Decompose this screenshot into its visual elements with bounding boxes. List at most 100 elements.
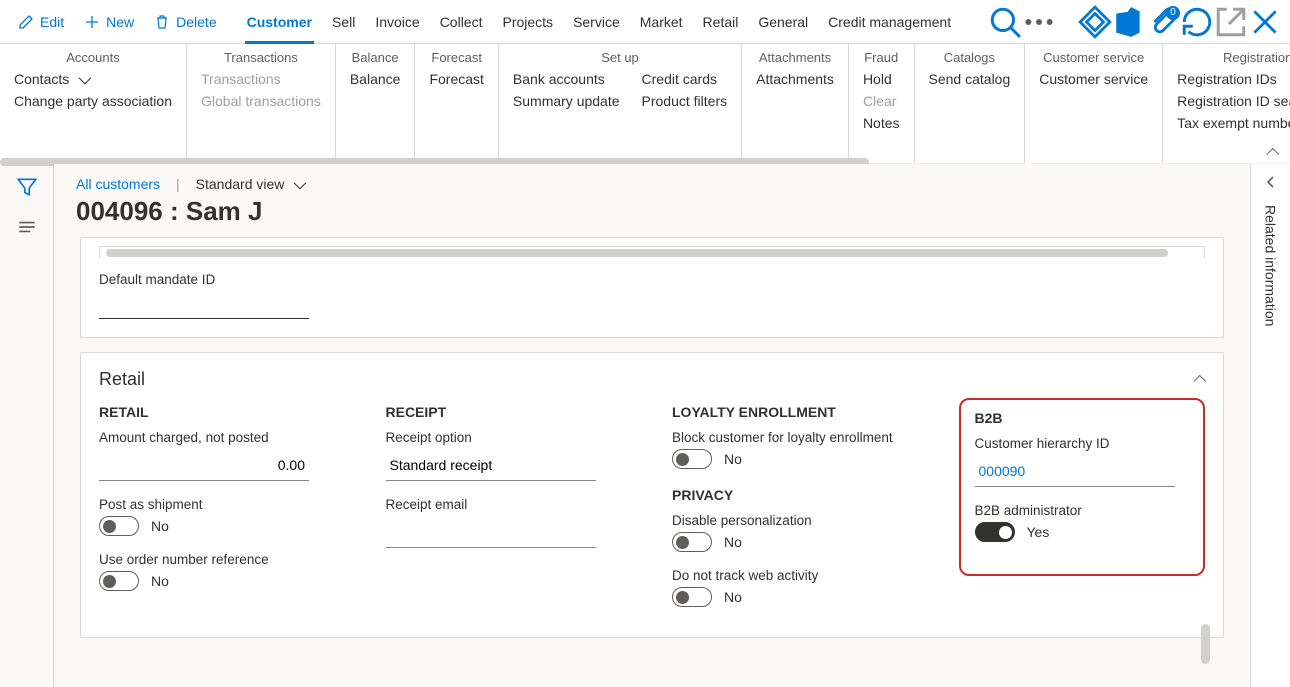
filter-button[interactable] bbox=[16, 176, 38, 198]
main-content: All customers | Standard view 004096 : S… bbox=[54, 164, 1250, 687]
receipt-column: RECEIPT Receipt option Receipt email bbox=[386, 404, 633, 623]
retail-column: RETAIL Amount charged, not posted Post a… bbox=[99, 404, 346, 623]
b2b-highlight: B2B Customer hierarchy ID B2B administra… bbox=[959, 398, 1206, 576]
ribbon-item-customer-service[interactable]: Customer service bbox=[1039, 71, 1148, 87]
ribbon-item-transactions: Transactions bbox=[201, 71, 321, 87]
ribbon-item-credit-cards[interactable]: Credit cards bbox=[642, 71, 728, 87]
tab-retail[interactable]: Retail bbox=[693, 0, 749, 44]
delete-button[interactable]: Delete bbox=[144, 4, 226, 40]
tab-credit-management[interactable]: Credit management bbox=[818, 0, 961, 44]
ribbon-item-change-party[interactable]: Change party association bbox=[14, 93, 172, 109]
tab-service[interactable]: Service bbox=[563, 0, 630, 44]
edit-button[interactable]: Edit bbox=[8, 4, 74, 40]
tab-sell[interactable]: Sell bbox=[322, 0, 365, 44]
ribbon-item-send-catalog[interactable]: Send catalog bbox=[929, 71, 1011, 87]
close-icon bbox=[1248, 5, 1282, 39]
form-area: Default mandate ID Retail RETAIL Amount … bbox=[54, 237, 1250, 678]
ribbon-item-contacts[interactable]: Contacts bbox=[14, 71, 172, 87]
receipt-option-input[interactable] bbox=[386, 449, 596, 481]
mandate-label: Default mandate ID bbox=[99, 272, 1205, 287]
related-info-label: Related information bbox=[1263, 205, 1279, 326]
vertical-scrollbar[interactable] bbox=[1201, 344, 1210, 664]
breadcrumb-link[interactable]: All customers bbox=[76, 176, 160, 192]
ribbon-group-fraud: Fraud Hold Clear Notes bbox=[849, 44, 915, 163]
b2b-column: B2B Customer hierarchy ID B2B administra… bbox=[959, 404, 1206, 623]
inner-horizontal-scrollbar[interactable] bbox=[99, 246, 1205, 258]
mandate-input[interactable] bbox=[99, 291, 309, 319]
plus-icon bbox=[84, 14, 100, 30]
popout-button[interactable] bbox=[1214, 4, 1248, 40]
retail-card: Retail RETAIL Amount charged, not posted… bbox=[80, 352, 1224, 638]
retail-header: Retail bbox=[99, 369, 145, 390]
expand-related-button[interactable] bbox=[1263, 174, 1279, 193]
chevron-down-icon bbox=[75, 71, 88, 87]
attachments-button[interactable]: 0 bbox=[1146, 4, 1180, 40]
disable-personalization-toggle[interactable] bbox=[672, 532, 712, 552]
command-bar: Edit New Delete Customer Sell Invoice Co… bbox=[0, 0, 1290, 44]
ribbon-item-product-filters[interactable]: Product filters bbox=[642, 93, 728, 109]
ribbon-group-setup: Set up Bank accounts Summary update Cred… bbox=[499, 44, 742, 163]
receipt-email-input[interactable] bbox=[386, 516, 596, 548]
diamond-icon bbox=[1078, 5, 1112, 39]
overflow-button[interactable] bbox=[1022, 4, 1056, 40]
office-icon bbox=[1112, 5, 1146, 39]
ribbon-item-global-transactions: Global transactions bbox=[201, 93, 321, 109]
tab-projects[interactable]: Projects bbox=[492, 0, 563, 44]
lines-button[interactable] bbox=[16, 216, 38, 238]
order-number-toggle[interactable] bbox=[99, 571, 139, 591]
ribbon-group-forecast: Forecast Forecast bbox=[415, 44, 498, 163]
new-label: New bbox=[106, 14, 134, 30]
ribbon-group-catalogs: Catalogs Send catalog bbox=[915, 44, 1026, 163]
office-button[interactable] bbox=[1112, 4, 1146, 40]
ribbon-item-bank-accounts[interactable]: Bank accounts bbox=[513, 71, 620, 87]
ribbon-group-accounts: Accounts Contacts Change party associati… bbox=[0, 44, 187, 163]
trash-icon bbox=[154, 14, 170, 30]
loyalty-privacy-column: LOYALTY ENROLLMENT Block customer for lo… bbox=[672, 404, 919, 623]
tab-market[interactable]: Market bbox=[630, 0, 693, 44]
ribbon-item-summary-update[interactable]: Summary update bbox=[513, 93, 620, 109]
tab-general[interactable]: General bbox=[748, 0, 818, 44]
amount-charged-input[interactable] bbox=[99, 449, 309, 481]
refresh-button[interactable] bbox=[1180, 4, 1214, 40]
breadcrumb: All customers | Standard view bbox=[54, 164, 1250, 194]
ribbon-item-balance[interactable]: Balance bbox=[350, 71, 401, 87]
left-rail bbox=[0, 164, 54, 687]
view-selector[interactable]: Standard view bbox=[196, 176, 304, 192]
ribbon-collapse-button[interactable] bbox=[1269, 145, 1278, 161]
ribbon-item-clear: Clear bbox=[863, 93, 900, 109]
ribbon-group-customer-service: Customer service Customer service bbox=[1025, 44, 1163, 163]
block-loyalty-toggle[interactable] bbox=[672, 449, 712, 469]
tab-collect[interactable]: Collect bbox=[430, 0, 493, 44]
b2b-admin-toggle[interactable] bbox=[975, 522, 1015, 542]
ribbon-item-attachments[interactable]: Attachments bbox=[756, 71, 834, 87]
badge-count: 0 bbox=[1166, 6, 1180, 20]
ribbon-group-attachments: Attachments Attachments bbox=[742, 44, 849, 163]
post-as-shipment-toggle[interactable] bbox=[99, 516, 139, 536]
page-body: All customers | Standard view 004096 : S… bbox=[0, 164, 1290, 687]
do-not-track-toggle[interactable] bbox=[672, 587, 712, 607]
ribbon-item-notes[interactable]: Notes bbox=[863, 115, 900, 131]
copilot-button[interactable] bbox=[1078, 4, 1112, 40]
search-button[interactable] bbox=[988, 4, 1022, 40]
tab-invoice[interactable]: Invoice bbox=[365, 0, 429, 44]
ribbon-item-reg-search[interactable]: Registration ID search bbox=[1177, 93, 1290, 109]
mandate-card: Default mandate ID bbox=[80, 237, 1224, 338]
ribbon-title: Accounts bbox=[14, 50, 172, 65]
list-icon bbox=[16, 216, 38, 238]
new-button[interactable]: New bbox=[74, 4, 144, 40]
ribbon-item-tax-exempt[interactable]: Tax exempt number searc bbox=[1177, 115, 1290, 131]
customer-hierarchy-input[interactable] bbox=[975, 455, 1175, 487]
right-rail: Related information bbox=[1250, 164, 1290, 687]
search-icon bbox=[988, 5, 1022, 39]
filter-icon bbox=[16, 176, 38, 198]
edit-icon bbox=[18, 14, 34, 30]
ribbon-item-forecast[interactable]: Forecast bbox=[429, 71, 483, 87]
close-button[interactable] bbox=[1248, 4, 1282, 40]
popout-icon bbox=[1214, 5, 1248, 39]
chevron-left-icon bbox=[1263, 174, 1279, 190]
ribbon-item-hold[interactable]: Hold bbox=[863, 71, 900, 87]
refresh-icon bbox=[1180, 5, 1214, 39]
chevron-down-icon bbox=[290, 176, 303, 192]
tab-customer[interactable]: Customer bbox=[237, 0, 322, 44]
ribbon-item-reg-ids[interactable]: Registration IDs bbox=[1177, 71, 1290, 87]
